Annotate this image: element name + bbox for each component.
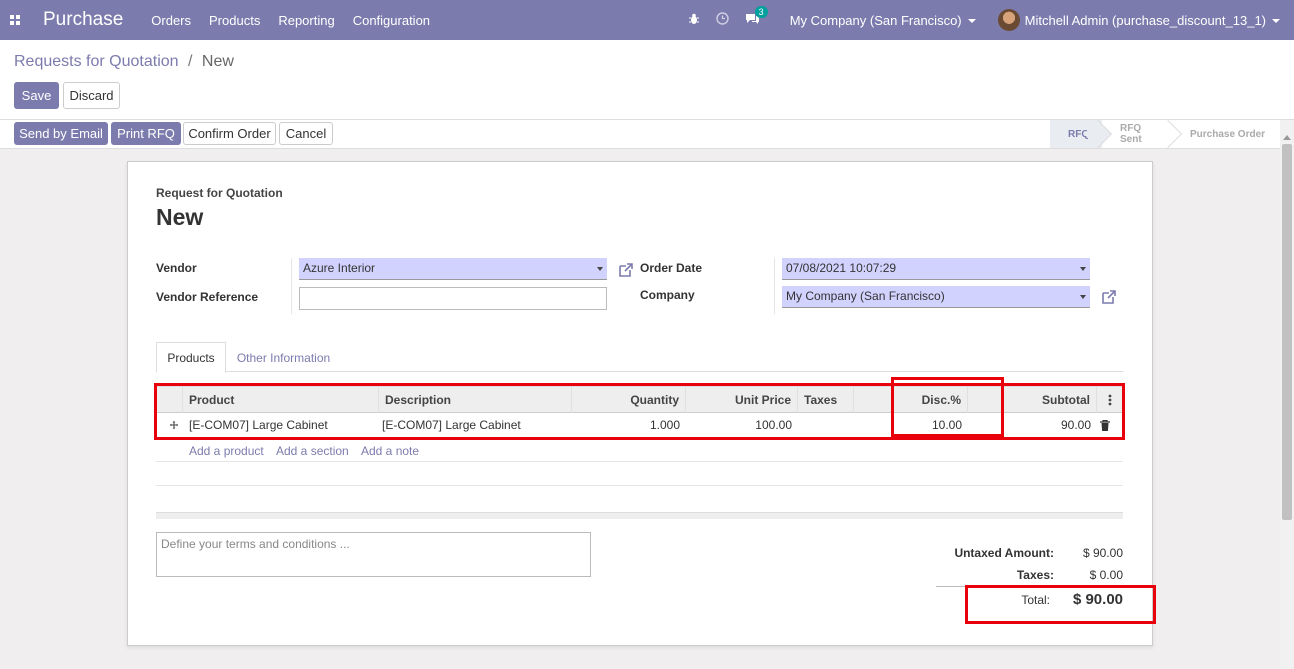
taxes-label: Taxes:	[1016, 568, 1054, 582]
confirm-order-button[interactable]: Confirm Order	[183, 122, 276, 145]
send-by-email-button[interactable]: Send by Email	[14, 122, 108, 145]
stage-rfq-sent-label: RFQ Sent	[1120, 123, 1142, 145]
print-rfq-button[interactable]: Print RFQ	[111, 122, 181, 145]
menu-configuration[interactable]: Configuration	[353, 13, 430, 28]
company-switcher[interactable]: My Company (San Francisco)	[790, 13, 976, 28]
chat-messages-icon[interactable]: 3	[745, 6, 768, 28]
company-external-link-icon[interactable]	[1101, 289, 1117, 305]
company-dropdown-icon	[1080, 295, 1086, 299]
user-avatar[interactable]	[997, 9, 1020, 31]
stage-pipeline: RFQ RFQ Sent Purchase Order	[1050, 119, 1280, 149]
status-bar: Send by Email Print RFQ Confirm Order Ca…	[0, 119, 1280, 149]
vendor-external-link-icon[interactable]	[618, 262, 634, 278]
vendor-reference-label: Vendor Reference	[156, 290, 259, 304]
page-scrollbar[interactable]	[1280, 120, 1294, 669]
vendor-label: Vendor	[156, 261, 197, 275]
control-panel: Requests for Quotation / New Save Discar…	[0, 40, 1294, 120]
untaxed-amount-label: Untaxed Amount:	[954, 546, 1054, 560]
document-title: New	[156, 204, 204, 230]
menu-products[interactable]: Products	[209, 13, 260, 28]
table-footer	[156, 512, 1123, 519]
menu-reporting[interactable]: Reporting	[278, 13, 334, 28]
user-menu[interactable]: Mitchell Admin (purchase_discount_13_1)	[1025, 13, 1280, 28]
stage-rfq-sent[interactable]: RFQ Sent	[1102, 119, 1183, 149]
menu-orders[interactable]: Orders	[151, 13, 191, 28]
vendor-select-value: Azure Interior	[303, 261, 376, 275]
stage-purchase-order[interactable]: Purchase Order	[1172, 120, 1280, 148]
order-date-value: 07/08/2021 10:07:29	[786, 261, 897, 275]
vendor-select[interactable]: Azure Interior	[299, 258, 607, 280]
top-navbar: Purchase Orders Products Reporting Confi…	[0, 0, 1294, 40]
scroll-up-arrow-icon[interactable]	[1283, 135, 1291, 140]
user-menu-label: Mitchell Admin (purchase_discount_13_1)	[1024, 12, 1266, 28]
total-highlight-box	[965, 585, 1156, 624]
empty-row	[156, 462, 1123, 486]
company-label: Company	[640, 288, 695, 302]
stage-rfq[interactable]: RFQ	[1050, 119, 1113, 149]
order-date-input[interactable]: 07/08/2021 10:07:29	[782, 258, 1090, 280]
chat-badge: 3	[754, 6, 768, 18]
discount-column-highlight-box	[891, 377, 1004, 437]
terms-conditions-textarea[interactable]: Define your terms and conditions ...	[156, 532, 591, 577]
order-date-label: Order Date	[640, 261, 703, 275]
add-note-link[interactable]: Add a note	[361, 444, 419, 458]
activity-clock-icon[interactable]	[715, 12, 729, 28]
add-product-link[interactable]: Add a product	[189, 444, 264, 458]
company-caret-icon	[967, 19, 976, 24]
scroll-thumb[interactable]	[1282, 144, 1292, 520]
document-type-label: Request for Quotation	[156, 186, 283, 200]
vendor-group-divider	[291, 258, 292, 314]
company-select-value: My Company (San Francisco)	[786, 289, 945, 303]
discard-button[interactable]: Discard	[63, 82, 120, 109]
breadcrumb-separator: /	[188, 53, 193, 70]
app-brand[interactable]: Purchase	[43, 9, 123, 31]
tab-products[interactable]: Products	[156, 342, 226, 373]
cancel-button[interactable]: Cancel	[279, 122, 333, 145]
tab-other-information[interactable]: Other Information	[226, 342, 341, 373]
vendor-reference-input[interactable]	[299, 287, 607, 310]
untaxed-amount-value: $ 90.00	[1082, 546, 1123, 560]
company-switcher-label: My Company (San Francisco)	[789, 12, 962, 28]
notebook-tabs: Products Other Information	[156, 342, 1123, 373]
terms-placeholder: Define your terms and conditions ...	[161, 537, 350, 551]
apps-menu-icon[interactable]	[0, 0, 30, 40]
stage-purchase-order-label: Purchase Order	[1190, 128, 1266, 140]
date-group-divider	[774, 258, 775, 314]
add-line-links: Add a product Add a section Add a note	[156, 438, 1123, 462]
user-caret-icon	[1272, 19, 1280, 24]
vendor-dropdown-icon	[597, 267, 603, 271]
save-button[interactable]: Save	[14, 82, 59, 109]
add-section-link[interactable]: Add a section	[276, 444, 349, 458]
breadcrumb-current: New	[201, 53, 234, 70]
company-select[interactable]: My Company (San Francisco)	[782, 286, 1090, 308]
breadcrumb-parent[interactable]: Requests for Quotation	[14, 53, 179, 70]
order-date-dropdown-icon	[1080, 267, 1086, 271]
debug-bug-icon[interactable]	[688, 13, 700, 28]
breadcrumb: Requests for Quotation / New	[14, 53, 234, 71]
taxes-value: $ 0.00	[1089, 568, 1123, 582]
